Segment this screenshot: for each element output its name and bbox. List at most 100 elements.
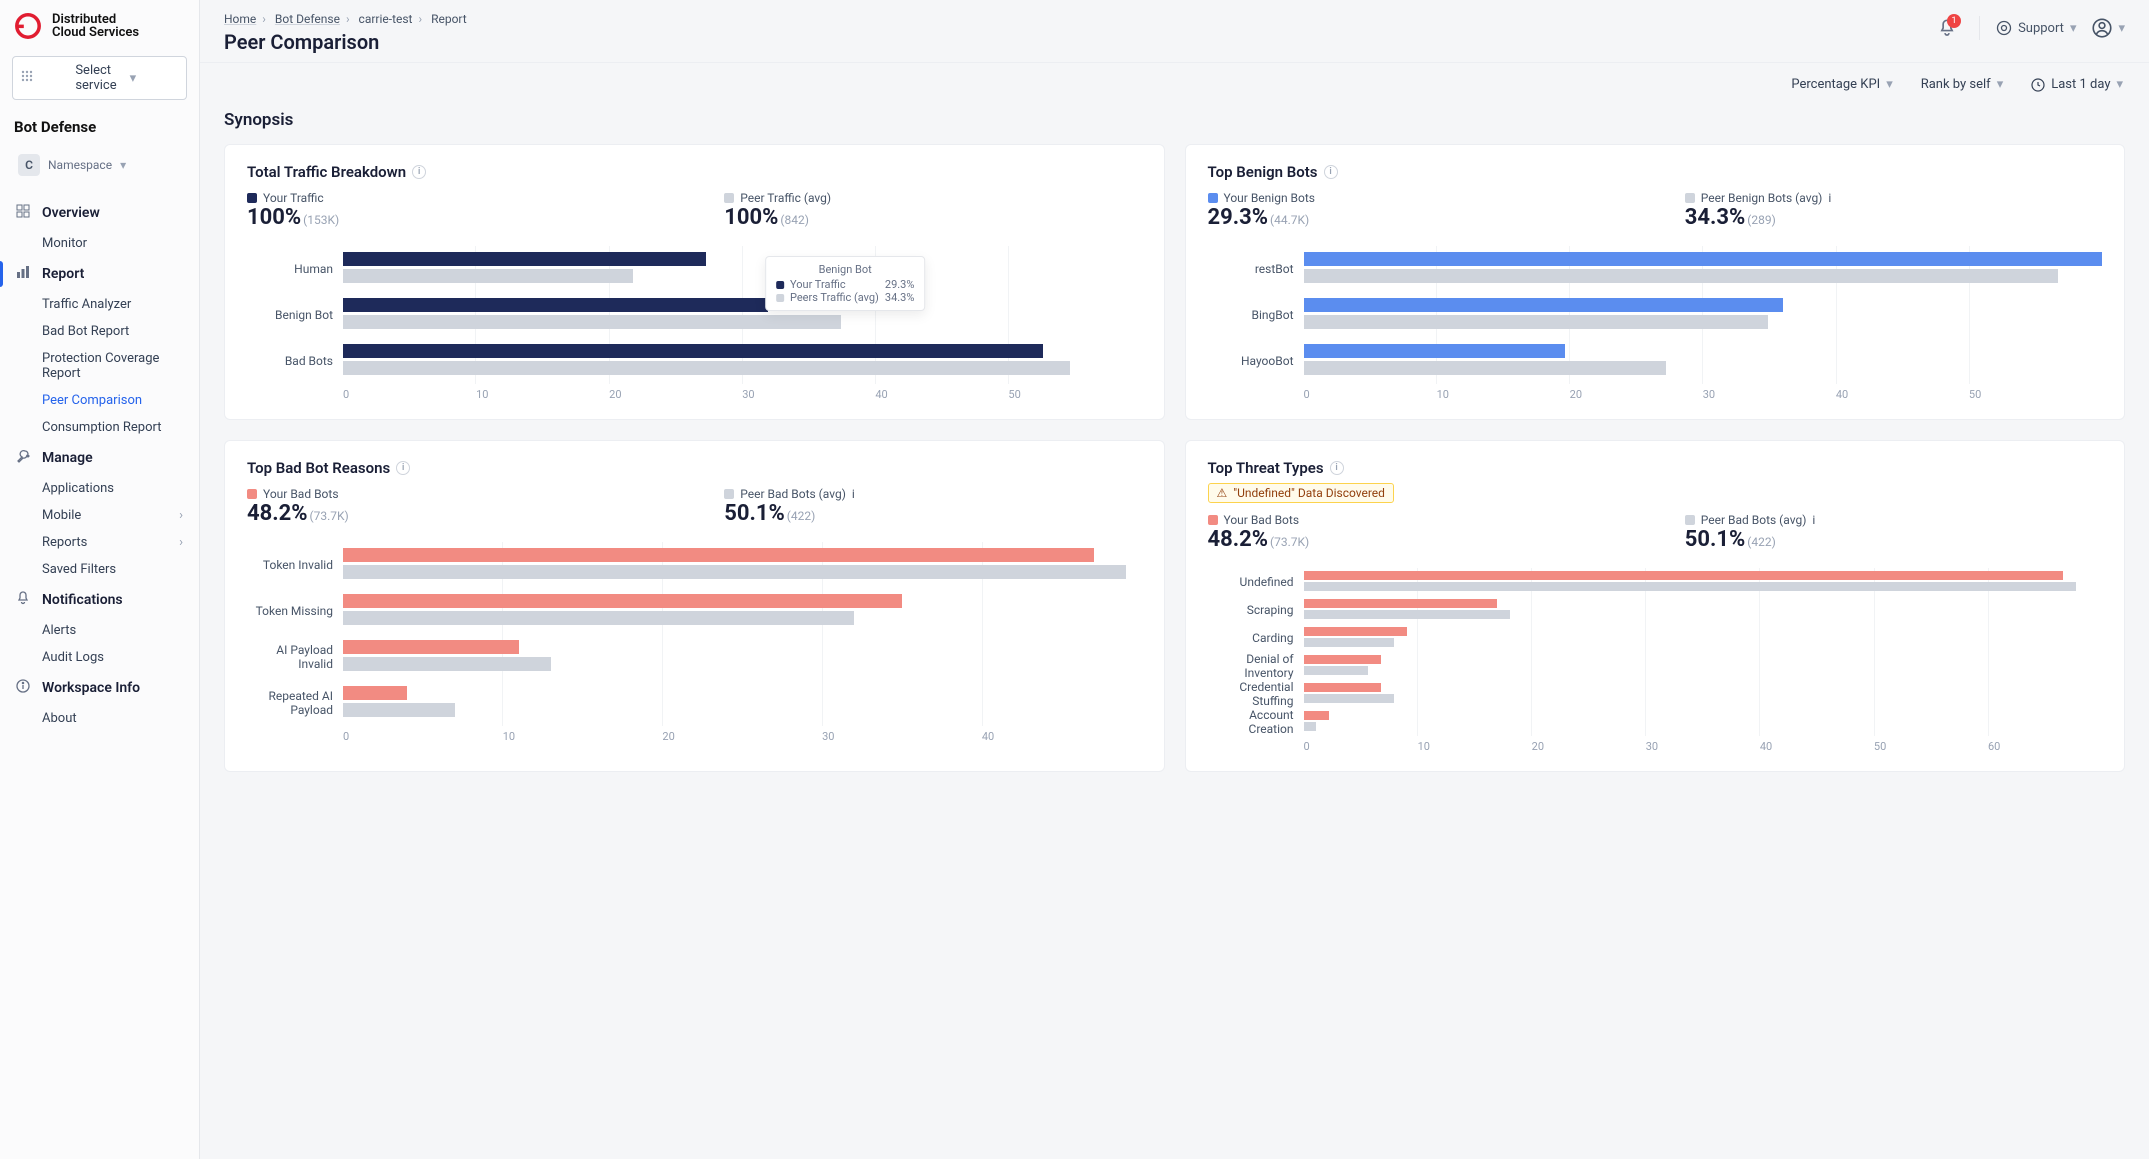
bar[interactable] [343, 269, 633, 283]
user-icon [2092, 18, 2112, 38]
chevron-down-icon: ▾ [130, 71, 178, 86]
nav-item-monitor[interactable]: Monitor [0, 230, 199, 257]
info-icon[interactable]: i [412, 165, 426, 179]
dashboard-icon [16, 204, 32, 222]
stat-row: Your Bad Bots 48.2%(73.7K) Peer Bad Bots… [1208, 513, 2103, 552]
user-menu[interactable]: ▾ [2092, 18, 2125, 38]
support-menu[interactable]: Support ▾ [1996, 20, 2076, 36]
warning-icon: ⚠ [1217, 486, 1228, 500]
nav-item-peer-comparison[interactable]: Peer Comparison [0, 387, 199, 414]
x-axis: 01020304050 [343, 388, 1142, 401]
stat: Peer Benign Bots (avg) i 34.3%(289) [1685, 191, 2102, 230]
bar[interactable] [343, 703, 455, 717]
chevron-down-icon: ▾ [1886, 77, 1893, 92]
bar[interactable] [343, 344, 1043, 358]
bar[interactable] [1304, 694, 1394, 703]
nav-item-audit-logs[interactable]: Audit Logs [0, 644, 199, 671]
notifications-button[interactable]: 1 [1931, 12, 1963, 44]
filter-kpi[interactable]: Percentage KPI ▾ [1791, 77, 1892, 92]
crumb-namespace: carrie-test [359, 12, 413, 26]
bar[interactable] [1304, 269, 2059, 283]
bar[interactable] [343, 611, 854, 625]
nav-item-alerts[interactable]: Alerts [0, 617, 199, 644]
nav-item-saved-filters[interactable]: Saved Filters [0, 556, 199, 583]
stat: Peer Bad Bots (avg) i 50.1%(422) [724, 487, 1141, 526]
filter-rank[interactable]: Rank by self ▾ [1921, 77, 2004, 92]
stat: Your Bad Bots 48.2%(73.7K) [1208, 513, 1625, 552]
stat: Your Traffic 100%(153K) [247, 191, 664, 230]
row-label: Credential Stuffing [1208, 680, 1304, 708]
sidebar: Distributed Cloud Services Select servic… [0, 0, 200, 1159]
bar[interactable] [343, 298, 768, 312]
bar[interactable] [343, 548, 1094, 562]
stat-row: Your Bad Bots 48.2%(73.7K) Peer Bad Bots… [247, 487, 1142, 526]
nav-item-about[interactable]: About [0, 705, 199, 732]
stat-row: Your Traffic 100%(153K) Peer Traffic (av… [247, 191, 1142, 230]
crumb-bot-defense[interactable]: Bot Defense [275, 12, 340, 26]
card-top_threat: Top Threat Typesi⚠"Undefined" Data Disco… [1185, 440, 2126, 772]
content: Synopsis Total Traffic Breakdowni Your T… [200, 102, 2149, 796]
bar[interactable] [1304, 344, 1565, 358]
bar[interactable] [1304, 298, 1783, 312]
chevron-right-icon: › [179, 508, 183, 523]
row-label: Carding [1208, 631, 1304, 645]
service-select[interactable]: Select service ▾ [12, 56, 187, 100]
chevron-down-icon: ▾ [2116, 77, 2123, 92]
chart-row: Account Creation [1208, 708, 2103, 736]
nav-group-workspace[interactable]: Workspace Info [0, 671, 199, 705]
namespace-select[interactable]: C Namespace ▾ [10, 148, 189, 182]
stat-value: 50.1%(422) [1685, 527, 2102, 552]
bar[interactable] [343, 565, 1126, 579]
nav-item-reports[interactable]: Reports› [0, 529, 199, 556]
bar[interactable] [1304, 361, 1667, 375]
bar[interactable] [343, 594, 902, 608]
nav-item-consumption-report[interactable]: Consumption Report [0, 414, 199, 441]
bar[interactable] [343, 640, 519, 654]
chart-row: Repeated AI Payload [247, 680, 1142, 726]
bar[interactable] [1304, 627, 1407, 636]
bar[interactable] [1304, 683, 1381, 692]
legend-swatch [724, 193, 734, 203]
bar[interactable] [1304, 582, 2077, 591]
info-icon[interactable]: i [1330, 461, 1344, 475]
bar[interactable] [343, 686, 407, 700]
bar[interactable] [1304, 638, 1394, 647]
nav-group-manage[interactable]: Manage [0, 441, 199, 475]
nav-item-traffic-analyzer[interactable]: Traffic Analyzer [0, 291, 199, 318]
nav-group-overview[interactable]: Overview [0, 196, 199, 230]
info-icon[interactable]: i [1324, 165, 1338, 179]
bar[interactable] [343, 657, 551, 671]
filter-timerange[interactable]: Last 1 day ▾ [2031, 77, 2123, 92]
info-icon[interactable]: i [852, 487, 855, 501]
bar[interactable] [1304, 655, 1381, 664]
bar[interactable] [1304, 722, 1317, 731]
legend-item: Your Traffic [247, 191, 664, 205]
bar[interactable] [1304, 610, 1510, 619]
stat-value: 34.3%(289) [1685, 205, 2102, 230]
info-icon[interactable]: i [396, 461, 410, 475]
nav-item-mobile[interactable]: Mobile› [0, 502, 199, 529]
info-icon[interactable]: i [1828, 191, 1831, 205]
bar[interactable] [1304, 315, 1769, 329]
nav-group-report[interactable]: Report [0, 257, 199, 291]
nav-item-bad-bot-report[interactable]: Bad Bot Report [0, 318, 199, 345]
bar[interactable] [1304, 599, 1497, 608]
bar[interactable] [1304, 252, 2103, 266]
bar[interactable] [343, 252, 706, 266]
row-label: BingBot [1208, 308, 1304, 322]
nav-group-notifications[interactable]: Notifications [0, 583, 199, 617]
bar[interactable] [343, 361, 1070, 375]
chart-row: HayooBot [1208, 338, 2103, 384]
bar[interactable] [1304, 571, 2064, 580]
bar[interactable] [1304, 666, 1368, 675]
bar[interactable] [1304, 711, 1330, 720]
chart: UndefinedScrapingCardingDenial of Invent… [1208, 568, 2103, 753]
row-label: Token Invalid [247, 558, 343, 572]
stat-value: 48.2%(73.7K) [1208, 527, 1625, 552]
crumb-home[interactable]: Home [224, 12, 256, 26]
info-icon[interactable]: i [1812, 513, 1815, 527]
row-label: HayooBot [1208, 354, 1304, 368]
bar[interactable] [343, 315, 841, 329]
nav-item-applications[interactable]: Applications [0, 475, 199, 502]
nav-item-protection-coverage[interactable]: Protection Coverage Report [0, 345, 199, 387]
